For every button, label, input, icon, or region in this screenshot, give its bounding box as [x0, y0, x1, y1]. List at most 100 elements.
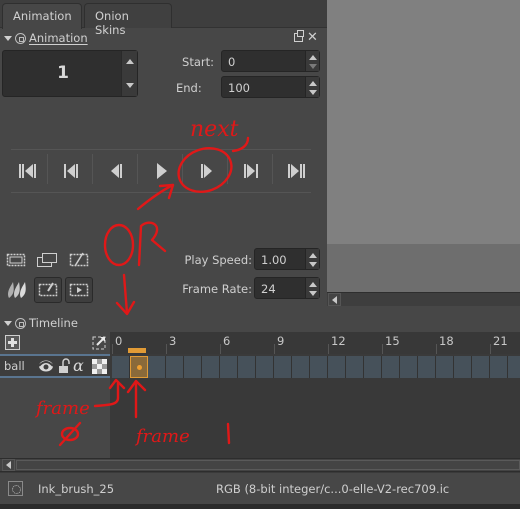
- play-speed-spin-buttons[interactable]: [305, 249, 319, 269]
- float-docker-icon[interactable]: [294, 30, 304, 42]
- frame-cell[interactable]: [436, 356, 454, 378]
- frame-cell[interactable]: [400, 356, 418, 378]
- tab-animation[interactable]: Animation: [2, 3, 82, 29]
- frame-cell[interactable]: [274, 356, 292, 378]
- frame-cell[interactable]: [454, 356, 472, 378]
- frame-cell[interactable]: [364, 356, 382, 378]
- frame-cell[interactable]: [148, 356, 166, 378]
- start-spin-buttons[interactable]: [305, 51, 319, 71]
- frame-rate-down-arrow-icon[interactable]: [309, 291, 317, 296]
- current-frame-spinbox[interactable]: 1: [2, 50, 138, 97]
- remove-frame-button[interactable]: [67, 249, 91, 271]
- end-down-arrow-icon[interactable]: [309, 90, 317, 95]
- draw-frame-icon: [38, 282, 58, 297]
- transport-top-divider: [11, 149, 311, 150]
- frame-cell[interactable]: [202, 356, 220, 378]
- frame-down-arrow-icon[interactable]: [126, 83, 134, 88]
- canvas-horizontal-scrollbar[interactable]: [327, 292, 520, 306]
- add-blank-frame-button[interactable]: [4, 249, 28, 271]
- timeline-scroll-track[interactable]: [16, 460, 520, 470]
- close-docker-icon[interactable]: ✕: [307, 30, 318, 45]
- status-bar: Ink_brush_25 RGB (8-bit integer/c...0-el…: [0, 472, 520, 504]
- next-frame-icon: [201, 164, 212, 178]
- transport-bottom-divider: [11, 192, 311, 193]
- frame-rate-field[interactable]: 24: [254, 277, 320, 299]
- frame-cell[interactable]: [130, 356, 148, 378]
- frame-cell[interactable]: [418, 356, 436, 378]
- alpha-lock-icon[interactable]: α: [73, 356, 84, 375]
- first-frame-button[interactable]: [6, 152, 50, 190]
- frame-spin-buttons: [121, 51, 137, 96]
- end-up-arrow-icon[interactable]: [309, 81, 317, 86]
- timeline-ruler[interactable]: 0 3 6 9 12 15 18 21: [110, 332, 520, 354]
- frame-cell[interactable]: [310, 356, 328, 378]
- collapse-triangle-icon[interactable]: [4, 320, 12, 326]
- play-speed-up-arrow-icon[interactable]: [309, 253, 317, 258]
- end-spin-buttons[interactable]: [305, 77, 319, 97]
- frame-cell[interactable]: [490, 356, 508, 378]
- frame-cell[interactable]: [346, 356, 364, 378]
- previous-frame-button[interactable]: [95, 152, 139, 190]
- brush-name[interactable]: Ink_brush_25: [38, 482, 114, 496]
- frame-cell[interactable]: [256, 356, 274, 378]
- frame-cell[interactable]: [472, 356, 490, 378]
- animation-docker-title[interactable]: Animation: [4, 31, 88, 45]
- canvas-area[interactable]: [327, 0, 520, 244]
- frame-cell[interactable]: [328, 356, 346, 378]
- frame-cell[interactable]: [382, 356, 400, 378]
- timeline-zoom-fit-button[interactable]: [92, 336, 106, 353]
- end-frame-field[interactable]: 100: [221, 76, 320, 98]
- start-frame-field[interactable]: 0: [221, 50, 320, 72]
- start-up-arrow-icon[interactable]: [309, 55, 317, 60]
- frame-cell[interactable]: [220, 356, 238, 378]
- transport-divider: [182, 154, 183, 184]
- frame-cell[interactable]: [112, 356, 130, 378]
- layer-row-ball[interactable]: ball α: [0, 354, 110, 378]
- frame-rate-label: Frame Rate:: [182, 282, 252, 296]
- last-frame-button[interactable]: [275, 152, 319, 190]
- visibility-eye-icon[interactable]: [38, 359, 54, 373]
- next-frame-button[interactable]: [185, 152, 229, 190]
- ruler-tick-mark: [220, 344, 221, 354]
- add-layer-button[interactable]: [5, 335, 20, 350]
- play-frame-button[interactable]: [65, 277, 93, 303]
- current-frame-marker[interactable]: [128, 348, 146, 353]
- transparency-checker-icon[interactable]: [92, 359, 107, 374]
- start-label: Start:: [182, 55, 214, 69]
- frame-cell[interactable]: [508, 356, 520, 378]
- previous-keyframe-button[interactable]: [50, 152, 94, 190]
- frame-rate-spin-buttons[interactable]: [305, 278, 319, 298]
- onion-skin-button[interactable]: [4, 279, 28, 301]
- canvas-scroll-left-button[interactable]: [328, 293, 341, 306]
- timeline-layer-header: [0, 332, 110, 354]
- tab-onion-skins[interactable]: Onion Skins: [84, 3, 172, 37]
- skip-to-end-icon: [288, 164, 305, 178]
- play-speed-label: Play Speed:: [184, 253, 252, 267]
- ruler-tick-label: 0: [115, 334, 123, 348]
- frame-cell[interactable]: [184, 356, 202, 378]
- frame-up-arrow-icon[interactable]: [126, 59, 134, 64]
- lock-icon[interactable]: [58, 358, 70, 374]
- color-profile[interactable]: RGB (8-bit integer/c...0-elle-V2-rec709.…: [216, 482, 449, 496]
- layer-frames-ball[interactable]: [110, 354, 520, 378]
- frame-cell[interactable]: [166, 356, 184, 378]
- selection-mode-icon[interactable]: [8, 481, 23, 496]
- expand-icon: [92, 336, 106, 350]
- timeline-horizontal-scrollbar[interactable]: [0, 458, 520, 472]
- frame-cell[interactable]: [238, 356, 256, 378]
- frame-rate-up-arrow-icon[interactable]: [309, 282, 317, 287]
- frame-cell[interactable]: [292, 356, 310, 378]
- skip-to-start-icon: [19, 164, 36, 178]
- play-speed-field[interactable]: 1.00: [254, 248, 320, 270]
- play-speed-down-arrow-icon[interactable]: [309, 262, 317, 267]
- ruler-tick-label: 3: [169, 334, 177, 348]
- collapse-triangle-icon[interactable]: [4, 35, 12, 41]
- start-down-arrow-icon[interactable]: [309, 64, 317, 69]
- timeline-docker-title[interactable]: Timeline: [4, 316, 78, 330]
- play-button[interactable]: [140, 152, 184, 190]
- draw-frame-button[interactable]: [34, 277, 62, 303]
- copy-frame-button[interactable]: [35, 249, 59, 271]
- timeline-scroll-left-button[interactable]: [2, 459, 15, 471]
- transport-divider: [137, 154, 138, 184]
- next-keyframe-button[interactable]: [230, 152, 274, 190]
